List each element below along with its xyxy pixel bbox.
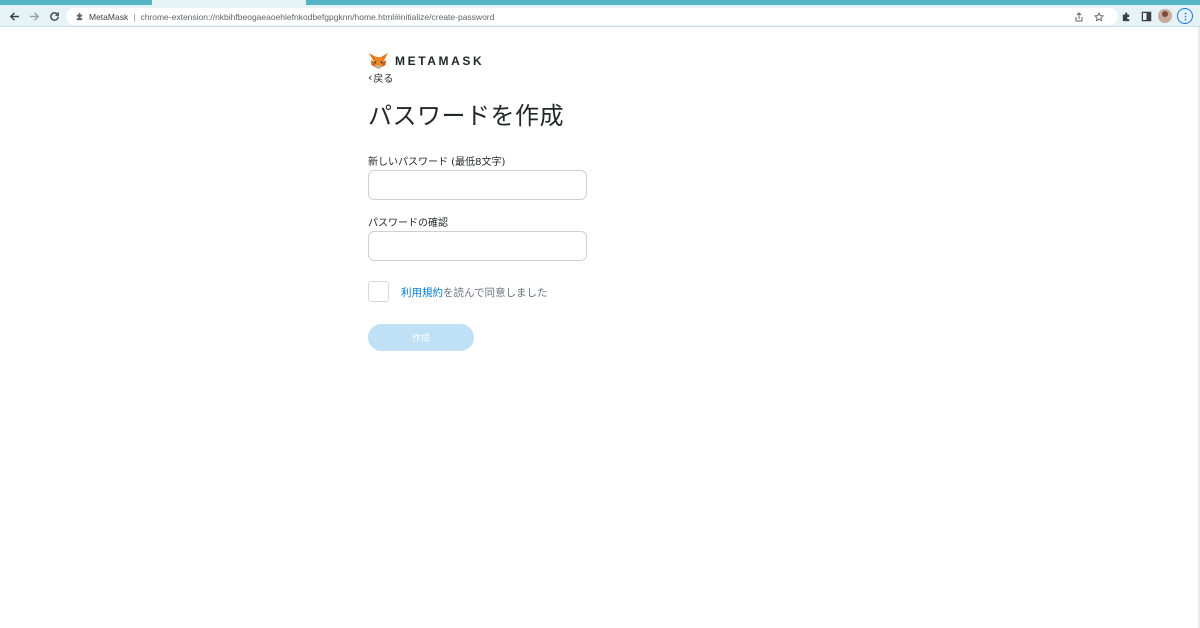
extensions-icon[interactable] (1118, 8, 1134, 24)
new-password-input[interactable] (368, 170, 587, 200)
forward-arrow-icon[interactable] (26, 8, 42, 24)
profile-avatar[interactable] (1158, 9, 1172, 23)
create-button-label: 作成 (411, 333, 430, 343)
terms-text: 利用規約を読んで同意しました (401, 285, 547, 300)
url-text: chrome-extension://nkbihfbeogaeaoehlefnk… (140, 11, 495, 22)
terms-of-use-link[interactable]: 利用規約 (401, 287, 443, 299)
page-title: パスワードを作成 (368, 102, 564, 130)
create-button[interactable]: 作成 (368, 324, 474, 351)
confirm-password-input[interactable] (368, 231, 587, 261)
side-panel-icon[interactable] (1138, 8, 1154, 24)
reload-icon[interactable] (46, 8, 62, 24)
share-icon[interactable] (1072, 8, 1086, 25)
chevron-left-icon: ‹ (368, 71, 373, 84)
back-arrow-icon[interactable] (6, 8, 22, 24)
back-link-label: 戻る (373, 74, 394, 85)
metamask-brand: METAMASK (368, 52, 484, 70)
puzzle-icon (74, 12, 84, 22)
new-password-label: 新しいパスワード (最低8文字) (368, 157, 506, 168)
bookmark-star-icon[interactable] (1092, 8, 1106, 25)
confirm-password-label: パスワードの確認 (368, 218, 448, 229)
terms-agree-text: を読んで同意しました (443, 287, 548, 299)
terms-checkbox[interactable] (368, 281, 389, 302)
address-bar[interactable]: MetaMask | chrome-extension://nkbihfbeog… (66, 8, 1118, 25)
back-link[interactable]: ‹ 戻る (368, 70, 393, 85)
fox-icon (369, 53, 388, 69)
site-name: MetaMask (89, 11, 129, 22)
url-separator: | (133, 11, 136, 22)
brand-wordmark: METAMASK (395, 54, 485, 68)
kebab-menu-icon[interactable] (1177, 8, 1193, 24)
browser-toolbar: MetaMask | chrome-extension://nkbihfbeog… (0, 5, 1200, 27)
